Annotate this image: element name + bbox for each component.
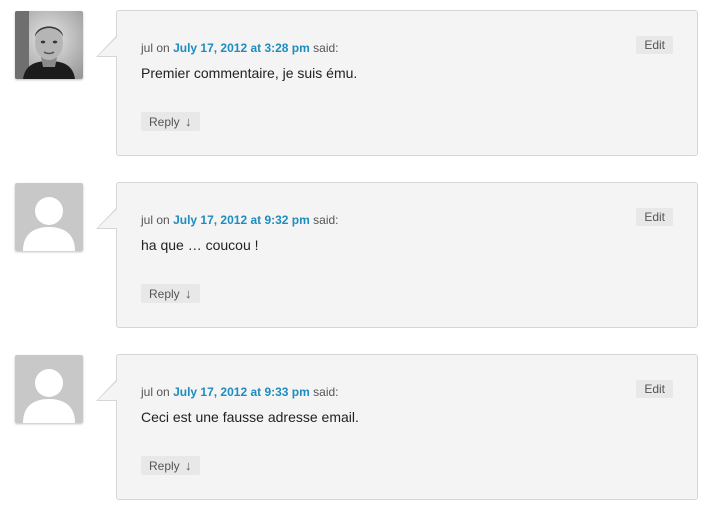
reply-label: Reply (149, 459, 180, 473)
comment-meta: jul on July 17, 2012 at 3:28 pm said: (141, 41, 339, 55)
comment-date-link[interactable]: July 17, 2012 at 3:28 pm (173, 41, 310, 55)
comment-author: jul (141, 385, 154, 399)
comment-text: Premier commentaire, je suis ému. (141, 65, 358, 81)
comment-author: jul (141, 41, 154, 55)
arrow-down-icon: ↓ (185, 114, 192, 129)
edit-button[interactable]: Edit (636, 380, 673, 398)
comment-bubble: jul on July 17, 2012 at 3:28 pm said: Pr… (96, 10, 698, 156)
arrow-down-icon: ↓ (185, 286, 192, 301)
avatar (15, 183, 83, 251)
arrow-down-icon: ↓ (185, 458, 192, 473)
avatar (15, 11, 83, 79)
comment-text: ha que … coucou ! (141, 237, 259, 253)
comment-author: jul (141, 213, 154, 227)
avatar (15, 355, 83, 423)
comment-item: jul on July 17, 2012 at 9:33 pm said: Ce… (0, 344, 717, 516)
default-avatar-icon (15, 355, 83, 423)
reply-label: Reply (149, 287, 180, 301)
reply-button[interactable]: Reply ↓ (141, 284, 200, 303)
reply-label: Reply (149, 115, 180, 129)
comment-date-link[interactable]: July 17, 2012 at 9:33 pm (173, 385, 310, 399)
default-avatar-icon (15, 183, 83, 251)
comment-item: jul on July 17, 2012 at 9:32 pm said: ha… (0, 172, 717, 344)
edit-button[interactable]: Edit (636, 36, 673, 54)
reply-button[interactable]: Reply ↓ (141, 456, 200, 475)
reply-button[interactable]: Reply ↓ (141, 112, 200, 131)
edit-button[interactable]: Edit (636, 208, 673, 226)
comment-text: Ceci est une fausse adresse email. (141, 409, 359, 425)
comment-item: jul on July 17, 2012 at 3:28 pm said: Pr… (0, 0, 717, 172)
comment-meta: jul on July 17, 2012 at 9:33 pm said: (141, 385, 339, 399)
user-photo-icon (15, 11, 83, 79)
comment-bubble: jul on July 17, 2012 at 9:33 pm said: Ce… (96, 354, 698, 500)
comment-date-link[interactable]: July 17, 2012 at 9:32 pm (173, 213, 310, 227)
comment-bubble: jul on July 17, 2012 at 9:32 pm said: ha… (96, 182, 698, 328)
comment-meta: jul on July 17, 2012 at 9:32 pm said: (141, 213, 339, 227)
